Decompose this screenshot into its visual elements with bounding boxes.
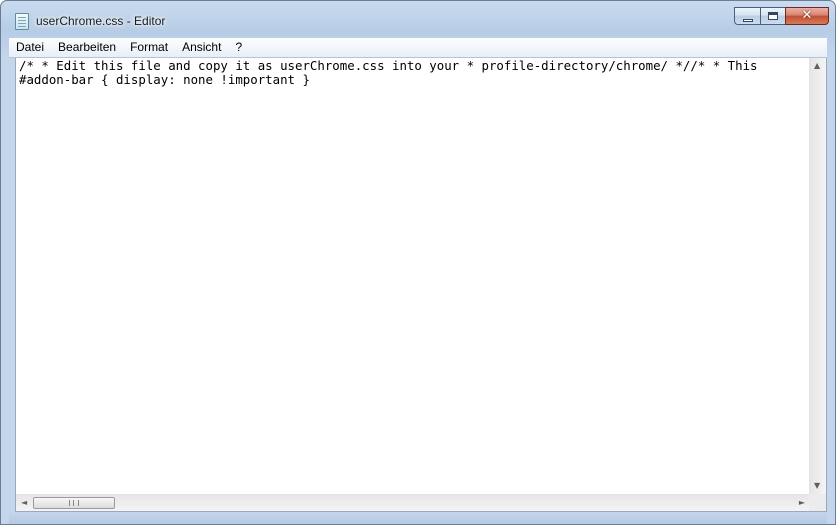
menu-format[interactable]: Format [123,38,175,57]
menu-datei[interactable]: Datei [9,38,51,57]
window-bottom-frame [9,512,827,524]
menu-ansicht[interactable]: Ansicht [175,38,228,57]
text-line: #addon-bar { display: none !important } [19,72,310,87]
title-bar[interactable]: userChrome.css - Editor ✕ [1,1,835,39]
horizontal-scroll-thumb[interactable] [33,497,115,509]
scroll-down-icon[interactable]: ▼ [814,482,820,490]
scroll-up-icon[interactable]: ▲ [814,62,820,70]
text-line: /* * Edit this file and copy it as userC… [19,58,758,73]
editor-pane: /* * Edit this file and copy it as userC… [15,58,827,512]
scroll-right-icon[interactable]: ► [799,499,805,507]
menu-bearbeiten[interactable]: Bearbeiten [51,38,123,57]
grip-icon [69,500,79,506]
editor-window: userChrome.css - Editor ✕ Datei Bearbeit… [0,0,836,525]
menu-bar: Datei Bearbeiten Format Ansicht ? [9,38,827,58]
caption-buttons: ✕ [734,7,829,26]
notepad-icon[interactable] [15,13,29,30]
minimize-icon [743,19,753,22]
menu-help[interactable]: ? [228,38,249,57]
maximize-icon [768,12,778,20]
close-button[interactable]: ✕ [785,7,829,25]
horizontal-scrollbar[interactable]: ◄ ► [16,494,810,511]
minimize-button[interactable] [734,7,760,25]
close-icon: ✕ [801,8,813,23]
window-title: userChrome.css - Editor [36,14,166,28]
maximize-button[interactable] [760,7,785,25]
scroll-left-icon[interactable]: ◄ [21,499,27,507]
vertical-scrollbar[interactable]: ▲ ▼ [809,58,826,494]
text-editing-area[interactable]: /* * Edit this file and copy it as userC… [16,58,810,494]
scrollbar-corner [809,494,826,511]
